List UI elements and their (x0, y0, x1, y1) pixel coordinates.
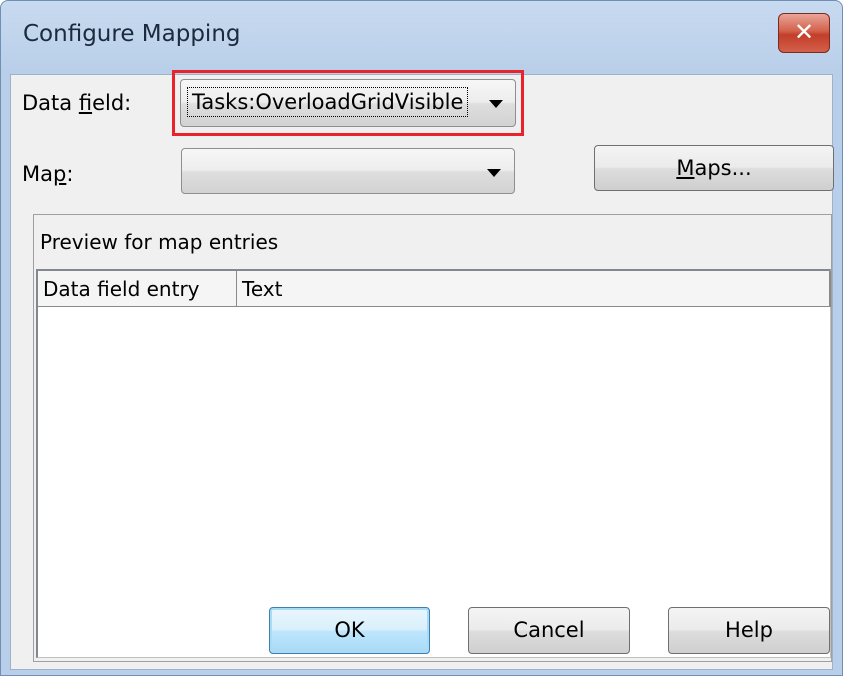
ok-button[interactable]: OK (269, 607, 430, 654)
help-button[interactable]: Help (668, 607, 830, 654)
chevron-down-icon (489, 100, 503, 108)
configure-mapping-dialog: Configure Mapping ✕ Data field: Tasks:Ov… (0, 0, 843, 676)
column-header-text[interactable]: Text (237, 271, 829, 306)
column-header-data-field-entry[interactable]: Data field entry (38, 271, 237, 306)
preview-list[interactable]: Data field entry Text (36, 269, 831, 658)
cancel-button[interactable]: Cancel (468, 607, 630, 654)
preview-group: Preview for map entries Data field entry… (33, 214, 832, 662)
close-button[interactable]: ✕ (778, 13, 830, 53)
close-icon: ✕ (793, 18, 815, 46)
map-dropdown[interactable] (181, 148, 515, 194)
preview-list-header: Data field entry Text (38, 271, 831, 307)
data-field-value: Tasks:OverloadGridVisible (187, 87, 469, 117)
chevron-down-icon (487, 169, 501, 177)
maps-button[interactable]: Maps... (594, 145, 834, 191)
data-field-label: Data field: (22, 91, 132, 115)
data-field-dropdown[interactable]: Tasks:OverloadGridVisible (180, 79, 516, 127)
preview-title: Preview for map entries (40, 230, 279, 254)
title-bar[interactable]: Configure Mapping ✕ (1, 1, 842, 73)
window-title: Configure Mapping (23, 21, 241, 47)
map-label: Map: (22, 162, 74, 186)
